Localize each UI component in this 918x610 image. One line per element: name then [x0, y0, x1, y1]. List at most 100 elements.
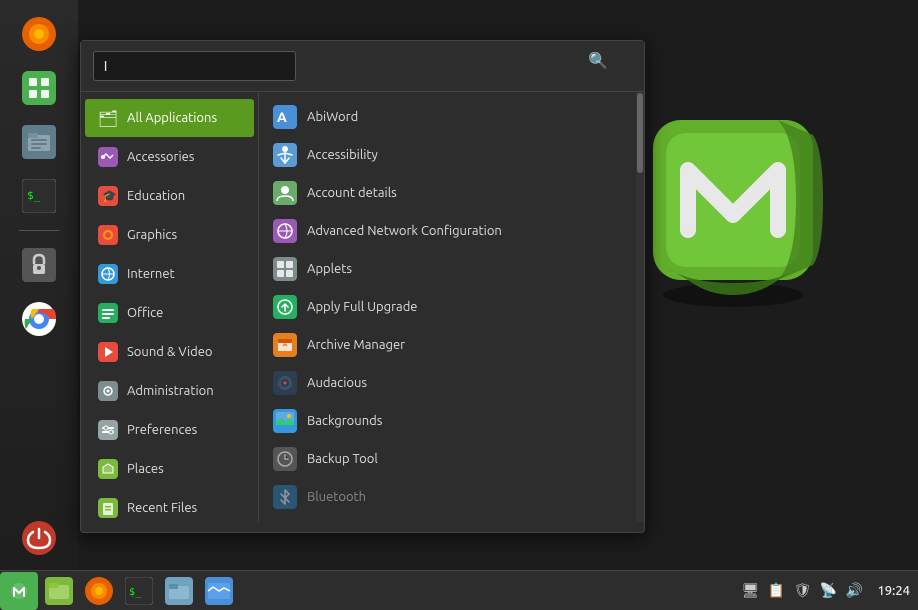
administration-icon: [97, 380, 119, 402]
category-graphics[interactable]: Graphics: [85, 216, 254, 254]
categories-panel: 🗂 All Applications Accessories 🎓 Educati…: [81, 92, 259, 522]
taskbar-terminal[interactable]: $_: [15, 172, 63, 220]
app-item-backgrounds[interactable]: Backgrounds: [259, 402, 636, 440]
category-office[interactable]: Office: [85, 294, 254, 332]
applets-icon: [273, 257, 297, 281]
accessories-icon: [97, 146, 119, 168]
app-abiword-label: AbiWord: [307, 110, 358, 124]
advanced-network-icon: [273, 219, 297, 243]
bottom-files[interactable]: [40, 572, 78, 610]
tray-network[interactable]: 📡: [817, 580, 839, 602]
preferences-icon: [97, 419, 119, 441]
sound-video-icon: [97, 341, 119, 363]
svg-text:A: A: [277, 109, 287, 125]
taskbar-separator-1: [19, 230, 59, 231]
account-details-icon: [273, 181, 297, 205]
backgrounds-icon: [273, 409, 297, 433]
app-item-applets[interactable]: Applets: [259, 250, 636, 288]
category-administration-label: Administration: [127, 384, 214, 398]
tray-volume[interactable]: 🔊: [843, 580, 865, 602]
tray-display[interactable]: 🖥: [739, 580, 761, 602]
app-menu: l 🔍 🗂 All Applications Accessories: [80, 40, 645, 533]
app-audacious-label: Audacious: [307, 376, 367, 390]
taskbar-power[interactable]: [15, 514, 63, 562]
category-sound-video[interactable]: Sound & Video: [85, 333, 254, 371]
category-accessories[interactable]: Accessories: [85, 138, 254, 176]
abiword-icon: A: [273, 105, 297, 129]
backup-tool-icon: [273, 447, 297, 471]
app-archive-manager-label: Archive Manager: [307, 338, 405, 352]
app-apply-upgrade-label: Apply Full Upgrade: [307, 300, 418, 314]
internet-icon: [97, 263, 119, 285]
app-item-bluetooth[interactable]: Bluetooth: [259, 478, 636, 516]
svg-text:$_: $_: [129, 587, 142, 598]
category-education[interactable]: 🎓 Education: [85, 177, 254, 215]
category-preferences[interactable]: Preferences: [85, 411, 254, 449]
app-item-backup-tool[interactable]: Backup Tool: [259, 440, 636, 478]
search-input[interactable]: l: [93, 51, 296, 81]
app-accessibility-label: Accessibility: [307, 148, 378, 162]
app-item-accessibility[interactable]: Accessibility: [259, 136, 636, 174]
category-office-label: Office: [127, 306, 163, 320]
bottom-nemo[interactable]: [160, 572, 198, 610]
search-bar: l 🔍: [81, 41, 644, 92]
app-backgrounds-label: Backgrounds: [307, 414, 382, 428]
recent-files-icon: [97, 497, 119, 519]
bottom-firefox[interactable]: [80, 572, 118, 610]
bottom-file-manager[interactable]: [200, 572, 238, 610]
category-preferences-label: Preferences: [127, 423, 197, 437]
graphics-icon: [97, 224, 119, 246]
category-places[interactable]: Places: [85, 450, 254, 488]
taskbar-lock[interactable]: [15, 241, 63, 289]
app-account-details-label: Account details: [307, 186, 397, 200]
category-internet-label: Internet: [127, 267, 175, 281]
desktop: $_: [0, 0, 918, 610]
category-administration[interactable]: Administration: [85, 372, 254, 410]
scrollbar[interactable]: [636, 92, 644, 522]
taskbar-firefox[interactable]: [15, 10, 63, 58]
app-item-abiword[interactable]: A AbiWord: [259, 98, 636, 136]
all-applications-icon: 🗂: [97, 107, 119, 129]
bottom-taskbar: $_ 🖥 📋: [0, 570, 918, 610]
education-icon: 🎓: [97, 185, 119, 207]
taskbar-chrome[interactable]: [15, 295, 63, 343]
menu-content: 🗂 All Applications Accessories 🎓 Educati…: [81, 92, 644, 522]
app-item-archive-manager[interactable]: Archive Manager: [259, 326, 636, 364]
category-all-applications-label: All Applications: [127, 111, 217, 125]
office-icon: [97, 302, 119, 324]
apps-panel: A AbiWord Accessibility Account details: [259, 92, 636, 522]
app-item-advanced-network[interactable]: Advanced Network Configuration: [259, 212, 636, 250]
left-taskbar: $_: [0, 0, 78, 570]
taskbar-appgrid[interactable]: [15, 64, 63, 112]
app-item-audacious[interactable]: Audacious: [259, 364, 636, 402]
clock: 19:24: [869, 584, 910, 598]
category-graphics-label: Graphics: [127, 228, 177, 242]
category-education-label: Education: [127, 189, 185, 203]
app-item-account-details[interactable]: Account details: [259, 174, 636, 212]
bottom-taskbar-left: $_: [0, 572, 238, 610]
archive-manager-icon: [273, 333, 297, 357]
app-applets-label: Applets: [307, 262, 352, 276]
places-icon: [97, 458, 119, 480]
tray-security[interactable]: 🛡: [791, 580, 813, 602]
category-internet[interactable]: Internet: [85, 255, 254, 293]
category-places-label: Places: [127, 462, 164, 476]
app-item-apply-upgrade[interactable]: Apply Full Upgrade: [259, 288, 636, 326]
category-all-applications[interactable]: 🗂 All Applications: [85, 99, 254, 137]
category-recent-files-label: Recent Files: [127, 501, 197, 515]
bottom-terminal[interactable]: $_: [120, 572, 158, 610]
category-accessories-label: Accessories: [127, 150, 194, 164]
search-button[interactable]: 🔍: [588, 51, 608, 71]
bluetooth-icon: [273, 485, 297, 509]
apply-upgrade-icon: [273, 295, 297, 319]
taskbar-files[interactable]: [15, 118, 63, 166]
audacious-icon: [273, 371, 297, 395]
app-advanced-network-label: Advanced Network Configuration: [307, 224, 502, 238]
system-tray: 🖥 📋 🛡 📡 🔊 19:24: [739, 580, 918, 602]
accessibility-icon: [273, 143, 297, 167]
app-backup-tool-label: Backup Tool: [307, 452, 378, 466]
tray-clipboard[interactable]: 📋: [765, 580, 787, 602]
category-recent-files[interactable]: Recent Files: [85, 489, 254, 522]
bottom-mint-start[interactable]: [0, 572, 38, 610]
category-sound-video-label: Sound & Video: [127, 345, 213, 359]
